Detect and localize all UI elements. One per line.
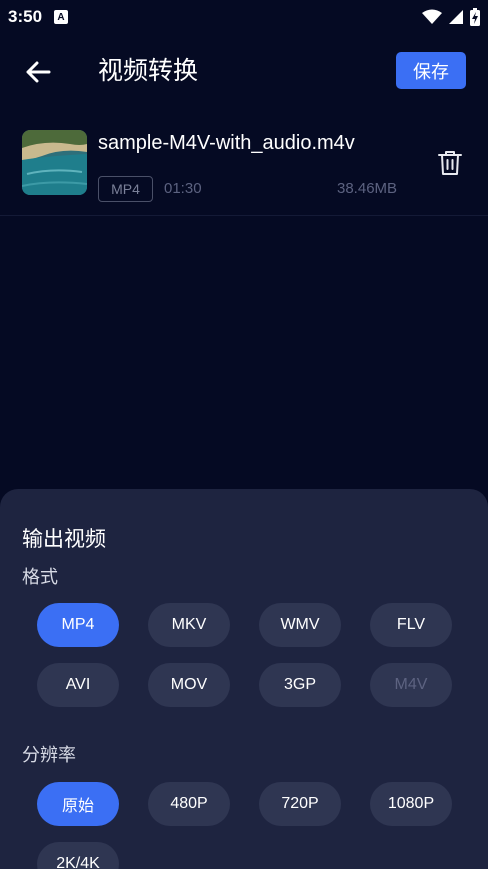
format-chip-flv[interactable]: FLV	[370, 603, 452, 647]
file-item: sample-M4V-with_audio.m4v MP4 01:30 38.4…	[0, 118, 488, 216]
status-bar: 3:50 A	[0, 0, 488, 34]
file-name: sample-M4V-with_audio.m4v	[98, 132, 355, 154]
resolution-chip-480p[interactable]: 480P	[148, 782, 230, 826]
save-button[interactable]: 保存	[396, 52, 466, 89]
format-label: 格式	[22, 567, 58, 587]
arrow-left-icon	[26, 61, 51, 83]
resolution-chip-720p[interactable]: 720P	[259, 782, 341, 826]
delete-button[interactable]	[434, 146, 466, 180]
resolution-chip-2k4k[interactable]: 2K/4K	[37, 842, 119, 869]
format-badge: MP4	[98, 176, 153, 202]
format-chip-3gp[interactable]: 3GP	[259, 663, 341, 707]
file-duration: 01:30	[164, 180, 202, 197]
status-icons	[422, 8, 480, 26]
format-chip-avi[interactable]: AVI	[37, 663, 119, 707]
resolution-label: 分辨率	[22, 745, 76, 765]
status-time: 3:50	[8, 7, 43, 26]
resolution-chip-1080p[interactable]: 1080P	[370, 782, 452, 826]
video-thumbnail[interactable]	[22, 130, 87, 195]
file-size: 38.46MB	[337, 180, 398, 197]
signal-icon	[449, 10, 463, 24]
app-header: 视频转换 保存	[0, 48, 488, 94]
sheet-title: 输出视频	[22, 528, 106, 551]
format-chip-m4v: M4V	[370, 663, 452, 707]
format-chip-mp4[interactable]: MP4	[37, 603, 119, 647]
format-chip-wmv[interactable]: WMV	[259, 603, 341, 647]
notification-icon: A	[54, 10, 69, 24]
trash-icon	[438, 151, 462, 175]
wifi-icon	[422, 9, 442, 24]
battery-icon	[470, 8, 480, 26]
thumbnail-image	[22, 130, 87, 195]
format-chip-mov[interactable]: MOV	[148, 663, 230, 707]
format-chip-mkv[interactable]: MKV	[148, 603, 230, 647]
page-title: 视频转换	[98, 57, 199, 85]
back-button[interactable]	[20, 54, 56, 90]
resolution-chip-original[interactable]: 原始	[37, 782, 119, 826]
output-settings-sheet: 输出视频 格式 MP4 MKV WMV FLV AVI MOV 3GP M4V …	[0, 489, 488, 869]
